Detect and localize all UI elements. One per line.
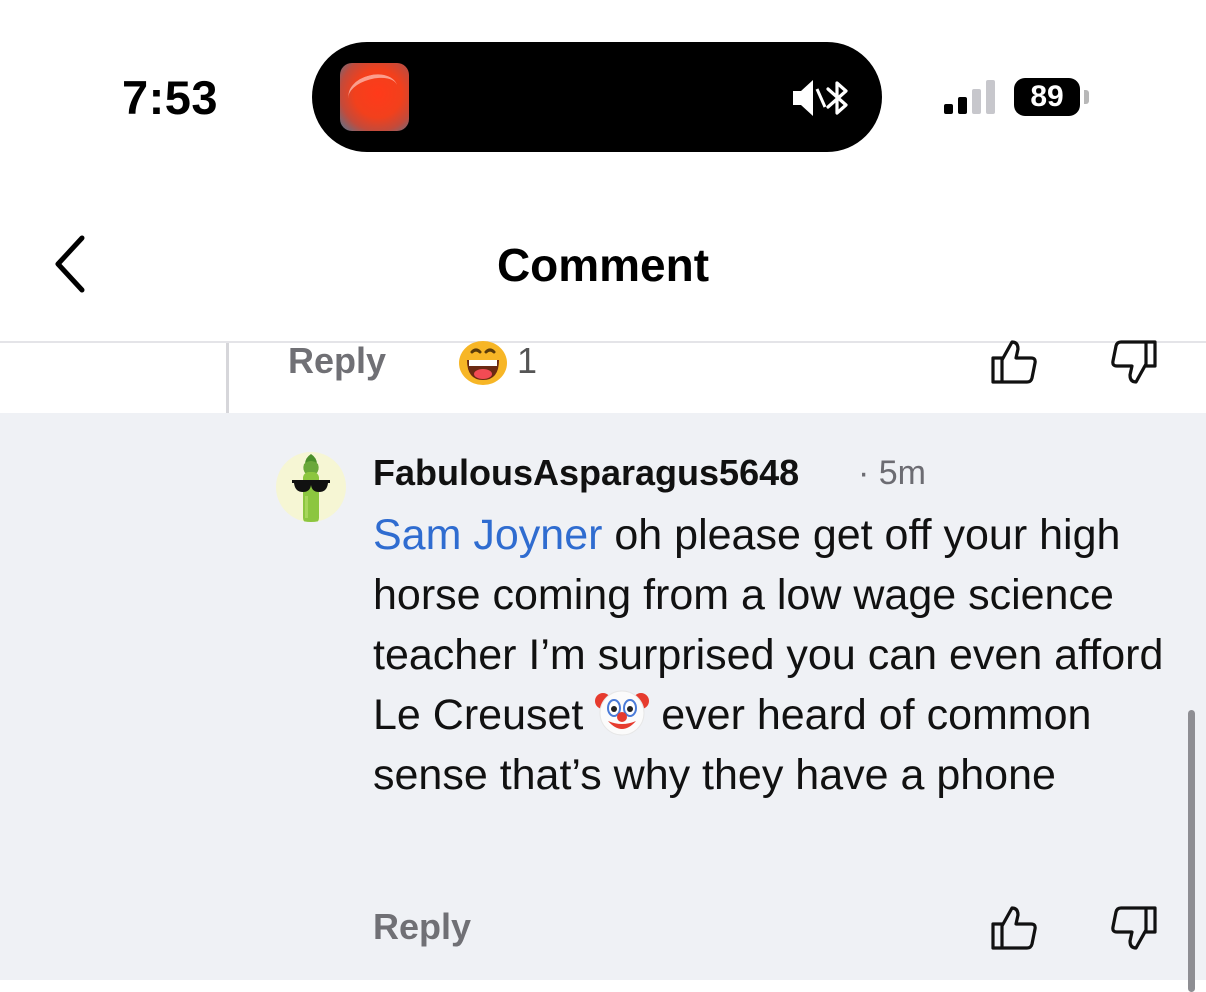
asparagus-sunglasses-avatar: [292, 454, 330, 522]
avatar[interactable]: [276, 452, 346, 522]
comment-username[interactable]: FabulousAsparagus5648: [373, 452, 799, 494]
album-art-icon[interactable]: [340, 63, 409, 131]
comment-timestamp: · 5m: [858, 454, 926, 492]
mute-icon: [793, 80, 848, 116]
battery-level: 89: [1030, 80, 1064, 113]
battery-tip: [1084, 90, 1089, 104]
battery-indicator: 89: [1014, 78, 1094, 116]
signal-icon: [944, 80, 995, 114]
thumbs-up-icon[interactable]: [988, 904, 1040, 952]
bluetooth-icon: [826, 81, 848, 115]
thumbs-down-icon[interactable]: [1108, 904, 1160, 952]
page-title: Comment: [496, 239, 710, 291]
reply-button[interactable]: Reply: [373, 906, 471, 948]
scrollbar[interactable]: [1188, 710, 1195, 992]
clown-face-emoji: [595, 690, 650, 736]
thumbs-up-icon[interactable]: [988, 338, 1040, 386]
reaction-count: 1: [517, 340, 538, 381]
user-mention-link[interactable]: Sam Joyner: [373, 511, 602, 559]
thumbs-down-icon[interactable]: [1108, 338, 1160, 386]
grinning-face-emoji[interactable]: [458, 340, 508, 386]
status-time: 7:53: [122, 71, 219, 124]
comment-text: Sam Joyner oh please get off your high h…: [373, 505, 1183, 805]
reply-button[interactable]: Reply: [288, 340, 386, 382]
